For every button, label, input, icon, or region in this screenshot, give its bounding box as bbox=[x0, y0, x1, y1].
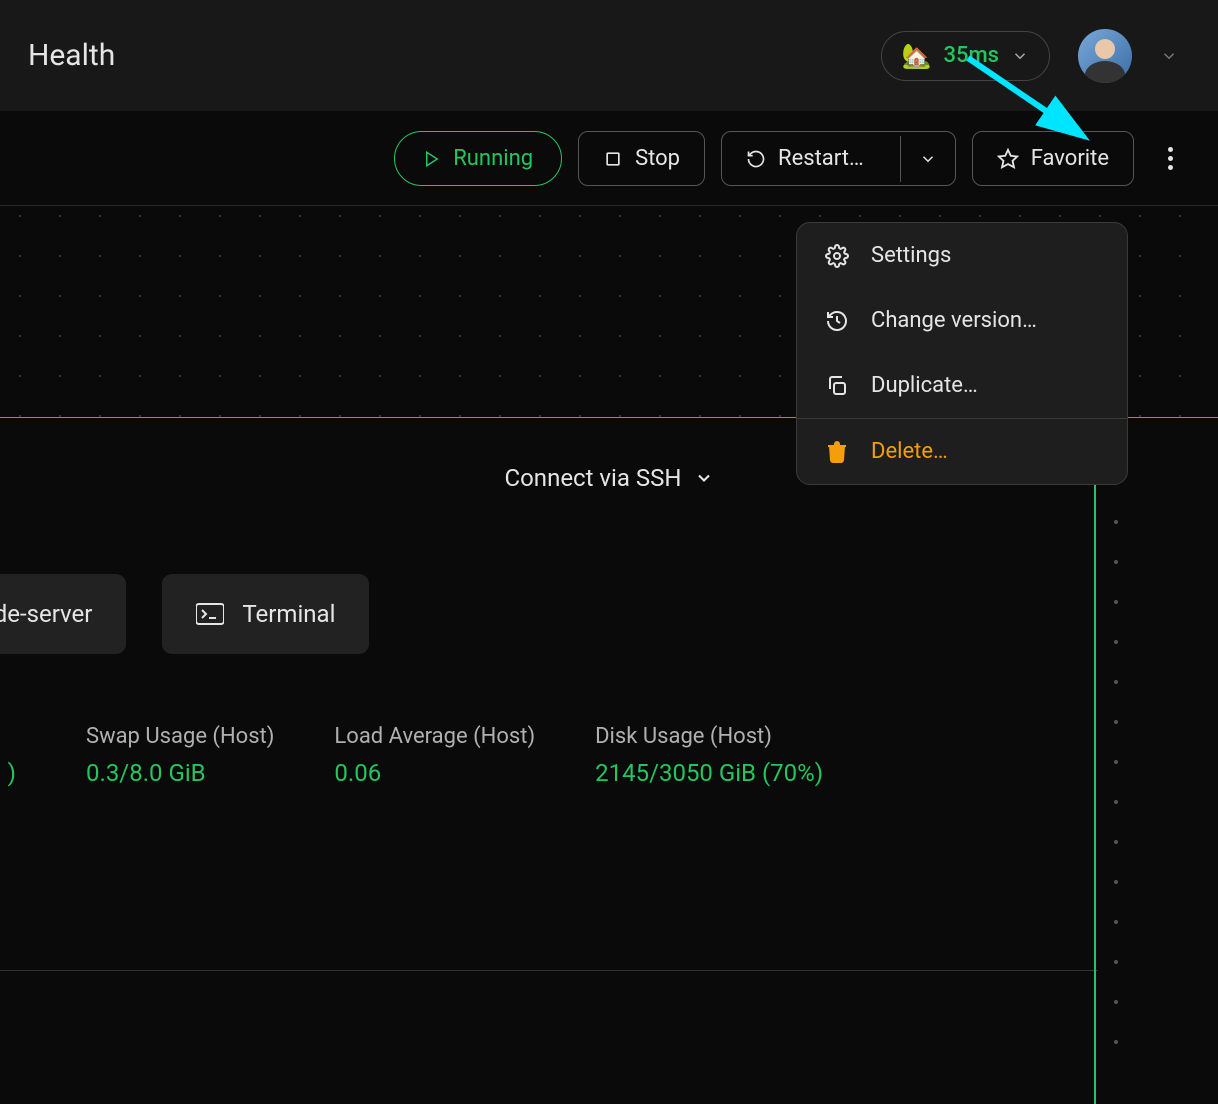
chevron-down-icon bbox=[1011, 47, 1029, 65]
latency-pill[interactable]: 🏡 35ms bbox=[881, 31, 1050, 81]
tile-terminal[interactable]: Terminal bbox=[162, 574, 369, 654]
metric-value: ) bbox=[0, 759, 16, 787]
favorite-label: Favorite bbox=[1031, 146, 1109, 171]
metric-value-load: 0.06 bbox=[334, 759, 535, 787]
menu-item-label: Duplicate… bbox=[871, 373, 978, 398]
metric-value-swap: 0.3/8.0 GiB bbox=[86, 759, 274, 787]
vertical-dots-icon bbox=[1168, 147, 1173, 170]
trash-icon bbox=[825, 440, 849, 464]
restart-button[interactable]: Restart… bbox=[721, 131, 956, 186]
metric-label bbox=[0, 724, 16, 749]
menu-item-settings[interactable]: Settings bbox=[797, 223, 1127, 288]
actions-dropdown: Settings Change version… Duplicate… Dele… bbox=[796, 222, 1128, 485]
stop-label: Stop bbox=[635, 146, 680, 171]
stop-button[interactable]: Stop bbox=[578, 131, 705, 186]
vertical-rule bbox=[1094, 420, 1096, 1104]
tile-label: Terminal bbox=[242, 600, 335, 628]
page-title: Health bbox=[28, 38, 115, 73]
tile-code-server[interactable]: ode-server bbox=[0, 574, 126, 654]
divider bbox=[0, 970, 1098, 971]
menu-item-label: Settings bbox=[871, 243, 951, 268]
terminal-icon bbox=[196, 602, 224, 626]
copy-icon bbox=[825, 374, 849, 398]
metric-label-swap: Swap Usage (Host) bbox=[86, 724, 274, 749]
status-label: Running bbox=[453, 146, 533, 171]
menu-item-duplicate[interactable]: Duplicate… bbox=[797, 353, 1127, 418]
restart-dropdown-caret[interactable] bbox=[900, 136, 955, 182]
restart-icon bbox=[746, 149, 766, 169]
menu-item-label: Delete… bbox=[871, 439, 948, 464]
chevron-down-icon bbox=[694, 468, 714, 488]
tile-label: ode-server bbox=[0, 600, 92, 628]
metric-value-disk: 2145/3050 GiB (70%) bbox=[595, 759, 823, 787]
tick-marks bbox=[1114, 440, 1118, 1044]
avatar[interactable] bbox=[1078, 29, 1132, 83]
play-icon bbox=[423, 150, 441, 168]
metric-label-load: Load Average (Host) bbox=[334, 724, 535, 749]
gear-icon bbox=[825, 244, 849, 268]
history-icon bbox=[825, 309, 849, 333]
metric-label-disk: Disk Usage (Host) bbox=[595, 724, 823, 749]
connect-ssh-button[interactable]: Connect via SSH bbox=[505, 464, 682, 492]
more-menu-button[interactable] bbox=[1150, 139, 1190, 179]
latency-value: 35ms bbox=[944, 43, 1000, 68]
star-icon bbox=[997, 148, 1019, 170]
menu-item-delete[interactable]: Delete… bbox=[797, 419, 1127, 484]
restart-label: Restart… bbox=[778, 146, 864, 171]
favorite-button[interactable]: Favorite bbox=[972, 131, 1134, 186]
menu-item-change-version[interactable]: Change version… bbox=[797, 288, 1127, 353]
stop-icon bbox=[603, 149, 623, 169]
chevron-down-icon[interactable] bbox=[1160, 47, 1178, 65]
home-emoji-icon: 🏡 bbox=[902, 42, 932, 70]
status-running-pill[interactable]: Running bbox=[394, 131, 562, 186]
menu-item-label: Change version… bbox=[871, 308, 1037, 333]
